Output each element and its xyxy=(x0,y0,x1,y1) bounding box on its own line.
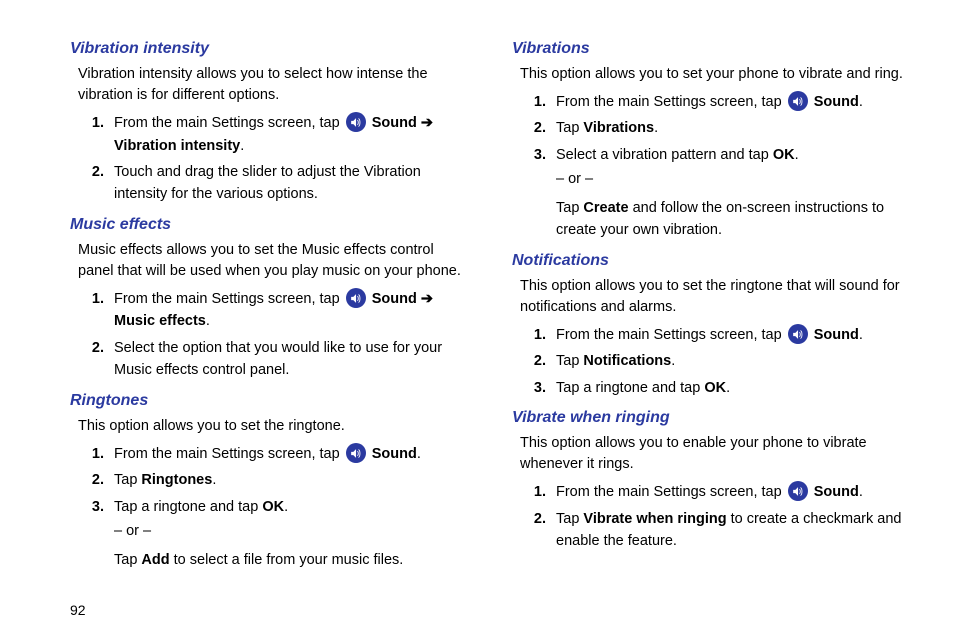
section-heading: Notifications xyxy=(512,252,914,270)
page-number: 92 xyxy=(70,602,86,618)
section-intro: This option allows you to set the ringto… xyxy=(520,276,914,318)
bold-label: Sound xyxy=(368,291,417,307)
bold-label: OK xyxy=(704,380,726,396)
sound-icon xyxy=(788,481,808,501)
section-intro: Music effects allows you to set the Musi… xyxy=(78,240,472,282)
bold-label: OK xyxy=(773,147,795,163)
step-list: From the main Settings screen, tap Sound… xyxy=(520,481,914,552)
bold-label: Sound xyxy=(810,327,859,343)
bold-label: Vibrate when ringing xyxy=(583,511,726,527)
or-separator: – or – xyxy=(556,168,914,190)
arrow: ➔ xyxy=(417,115,433,131)
bold-label: Notifications xyxy=(583,353,671,369)
alternate-instruction: Tap Create and follow the on-screen inst… xyxy=(556,197,914,242)
step-item: Tap a ringtone and tap OK. xyxy=(550,377,914,399)
bold-label: Sound xyxy=(368,446,417,462)
section-intro: This option allows you to set your phone… xyxy=(520,64,914,85)
sound-icon xyxy=(788,324,808,344)
step-item: From the main Settings screen, tap Sound… xyxy=(550,481,914,503)
left-column: Vibration intensity Vibration intensity a… xyxy=(70,30,472,575)
sound-icon xyxy=(788,91,808,111)
step-list: From the main Settings screen, tap Sound… xyxy=(78,288,472,382)
step-item: Select a vibration pattern and tap OK.– … xyxy=(550,144,914,242)
bold-label: Sound xyxy=(810,94,859,110)
alternate-instruction: Tap Add to select a file from your music… xyxy=(114,549,472,571)
step-item: Select the option that you would like to… xyxy=(108,337,472,382)
step-item: From the main Settings screen, tap Sound… xyxy=(550,324,914,346)
step-item: From the main Settings screen, tap Sound… xyxy=(550,91,914,113)
bold-label: Vibrations xyxy=(583,120,654,136)
step-list: From the main Settings screen, tap Sound… xyxy=(78,112,472,206)
or-separator: – or – xyxy=(114,520,472,542)
section-heading: Ringtones xyxy=(70,392,472,410)
bold-label: Create xyxy=(583,200,628,216)
right-column: Vibrations This option allows you to set … xyxy=(512,30,914,575)
bold-label: Sound xyxy=(368,115,417,131)
bold-label: Music effects xyxy=(114,313,206,329)
sound-icon xyxy=(346,288,366,308)
section-intro: This option allows you to enable your ph… xyxy=(520,433,914,475)
step-item: Touch and drag the slider to adjust the … xyxy=(108,161,472,206)
step-item: Tap Notifications. xyxy=(550,350,914,372)
section-heading: Vibrations xyxy=(512,40,914,58)
step-item: Tap Vibrate when ringing to create a che… xyxy=(550,508,914,553)
step-item: From the main Settings screen, tap Sound… xyxy=(108,443,472,465)
sound-icon xyxy=(346,112,366,132)
arrow: ➔ xyxy=(417,291,433,307)
bold-label: Vibration intensity xyxy=(114,138,240,154)
step-list: From the main Settings screen, tap Sound… xyxy=(520,324,914,399)
bold-label: Ringtones xyxy=(141,472,212,488)
step-item: From the main Settings screen, tap Sound… xyxy=(108,288,472,333)
bold-label: Sound xyxy=(810,484,859,500)
step-item: Tap Vibrations. xyxy=(550,117,914,139)
manual-page: Vibration intensity Vibration intensity a… xyxy=(0,0,954,575)
bold-label: OK xyxy=(262,499,284,515)
step-item: Tap a ringtone and tap OK.– or –Tap Add … xyxy=(108,496,472,571)
sound-icon xyxy=(346,443,366,463)
section-heading: Music effects xyxy=(70,216,472,234)
section-heading: Vibrate when ringing xyxy=(512,409,914,427)
step-item: From the main Settings screen, tap Sound… xyxy=(108,112,472,157)
step-list: From the main Settings screen, tap Sound… xyxy=(520,91,914,242)
section-heading: Vibration intensity xyxy=(70,40,472,58)
section-intro: This option allows you to set the ringto… xyxy=(78,416,472,437)
step-item: Tap Ringtones. xyxy=(108,469,472,491)
section-intro: Vibration intensity allows you to select… xyxy=(78,64,472,106)
bold-label: Add xyxy=(141,552,169,568)
step-list: From the main Settings screen, tap Sound… xyxy=(78,443,472,571)
